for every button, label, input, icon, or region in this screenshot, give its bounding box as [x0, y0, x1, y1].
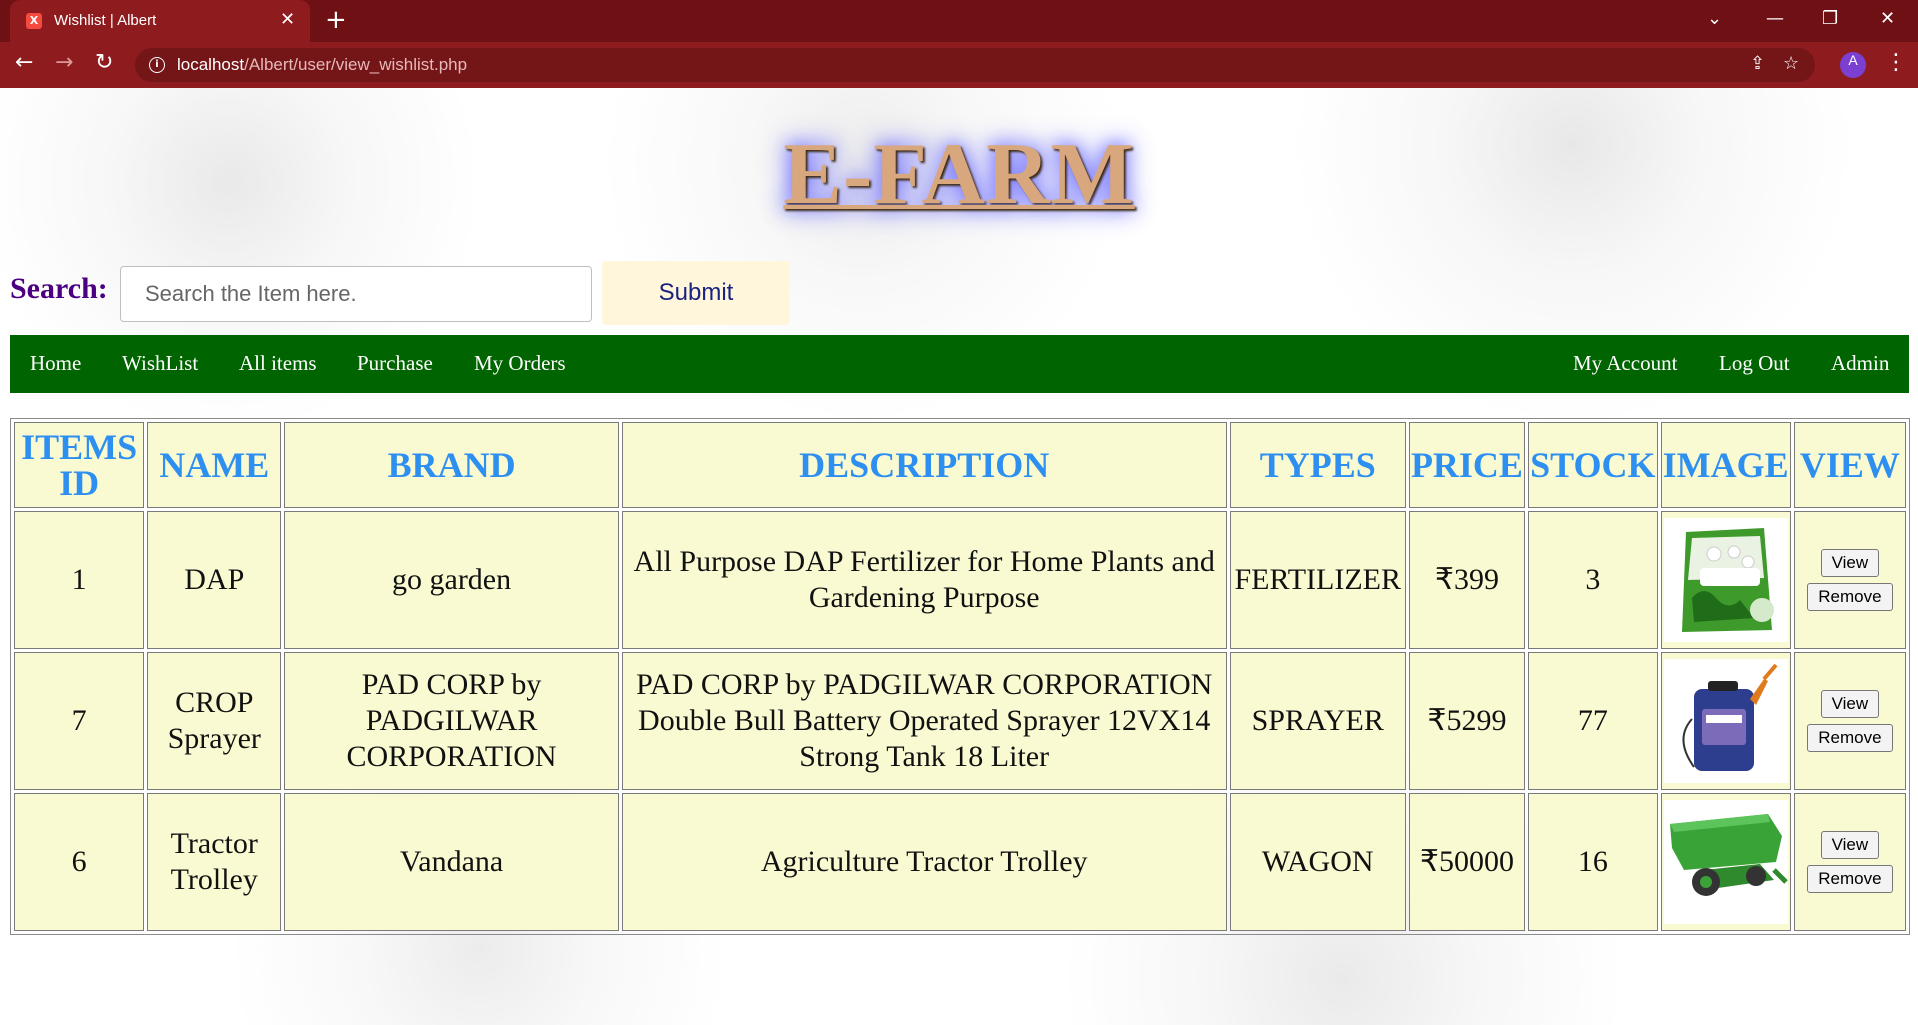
cell-price: ₹399	[1408, 511, 1526, 649]
cell-actions: View Remove	[1793, 511, 1906, 649]
cell-name: DAP	[147, 511, 282, 649]
dap-fertilizer-image	[1663, 518, 1788, 642]
cell-name: CROP Sprayer	[147, 652, 282, 790]
new-tab-icon[interactable]: +	[325, 5, 347, 35]
table-row: 7 CROP Sprayer PAD CORP by PADGILWAR COR…	[14, 652, 1906, 790]
site-logo: E-FARM	[783, 126, 1135, 223]
tab-title: Wishlist | Albert	[54, 12, 157, 29]
submit-button[interactable]: Submit	[602, 261, 790, 325]
cell-id: 1	[14, 511, 145, 649]
cell-description: Agriculture Tractor Trolley	[621, 793, 1227, 931]
cell-type: SPRAYER	[1229, 652, 1406, 790]
cell-id: 6	[14, 793, 145, 931]
share-icon[interactable]: ⇪	[1750, 53, 1765, 74]
cell-actions: View Remove	[1793, 652, 1906, 790]
cell-description: All Purpose DAP Fertilizer for Home Plan…	[621, 511, 1227, 649]
cell-price: ₹5299	[1408, 652, 1526, 790]
header-items-id: ITEMS ID	[14, 422, 145, 508]
cell-image	[1660, 652, 1791, 790]
tab-search-icon[interactable]: ⌄	[1707, 8, 1722, 29]
cell-image	[1660, 793, 1791, 931]
header-name: NAME	[147, 422, 282, 508]
view-button[interactable]: View	[1820, 690, 1880, 718]
tractor-trolley-image	[1663, 800, 1788, 924]
window-close-icon[interactable]: ✕	[1880, 8, 1895, 29]
header-stock: STOCK	[1528, 422, 1658, 508]
search-label: Search:	[10, 272, 108, 305]
profile-avatar[interactable]: A	[1840, 52, 1866, 78]
nav-wishlist[interactable]: WishList	[122, 351, 198, 376]
nav-admin[interactable]: Admin	[1831, 351, 1889, 376]
browser-toolbar: ← → ↻ i localhost/Albert/user/view_wishl…	[0, 42, 1918, 88]
favicon-icon: X	[26, 13, 42, 29]
cell-stock: 77	[1528, 652, 1658, 790]
main-navbar: Home WishList All items Purchase My Orde…	[10, 335, 1909, 393]
cell-stock: 16	[1528, 793, 1658, 931]
minimize-icon[interactable]: —	[1766, 8, 1784, 29]
table-header-row: ITEMS ID NAME BRAND DESCRIPTION TYPES PR…	[14, 422, 1906, 508]
remove-button[interactable]: Remove	[1807, 583, 1893, 611]
header-view: VIEW	[1793, 422, 1906, 508]
cell-price: ₹50000	[1408, 793, 1526, 931]
cell-stock: 3	[1528, 511, 1658, 649]
sprayer-image	[1663, 659, 1788, 783]
tab-strip: X Wishlist | Albert ✕ + ⌄ — ❐ ✕	[0, 0, 1918, 42]
page-body: E-FARM Search: Submit Home WishList All …	[0, 88, 1918, 1025]
url-text[interactable]: localhost/Albert/user/view_wishlist.php	[177, 55, 467, 75]
header-types: TYPES	[1229, 422, 1406, 508]
cell-actions: View Remove	[1793, 793, 1906, 931]
cell-type: FERTILIZER	[1229, 511, 1406, 649]
cell-brand: go garden	[284, 511, 619, 649]
browser-tab[interactable]: X Wishlist | Albert ✕	[10, 0, 310, 42]
remove-button[interactable]: Remove	[1807, 724, 1893, 752]
nav-purchase[interactable]: Purchase	[357, 351, 433, 376]
remove-button[interactable]: Remove	[1807, 865, 1893, 893]
nav-all-items[interactable]: All items	[239, 351, 317, 376]
cell-id: 7	[14, 652, 145, 790]
search-input[interactable]	[120, 266, 592, 322]
header-image: IMAGE	[1660, 422, 1791, 508]
site-info-icon[interactable]: i	[149, 57, 165, 73]
cell-brand: Vandana	[284, 793, 619, 931]
address-bar[interactable]: i localhost/Albert/user/view_wishlist.ph…	[135, 48, 1815, 82]
view-button[interactable]: View	[1820, 831, 1880, 859]
view-button[interactable]: View	[1820, 549, 1880, 577]
nav-my-account[interactable]: My Account	[1573, 351, 1677, 376]
bookmark-star-icon[interactable]: ☆	[1783, 53, 1799, 74]
cell-brand: PAD CORP by PADGILWAR CORPORATION	[284, 652, 619, 790]
cell-description: PAD CORP by PADGILWAR CORPORATION Double…	[621, 652, 1227, 790]
header-description: DESCRIPTION	[621, 422, 1227, 508]
back-icon[interactable]: ←	[15, 50, 33, 75]
cell-name: Tractor Trolley	[147, 793, 282, 931]
nav-home[interactable]: Home	[30, 351, 81, 376]
cell-type: WAGON	[1229, 793, 1406, 931]
cell-image	[1660, 511, 1791, 649]
forward-icon[interactable]: →	[55, 50, 73, 75]
header-brand: BRAND	[284, 422, 619, 508]
restore-icon[interactable]: ❐	[1822, 8, 1838, 29]
nav-my-orders[interactable]: My Orders	[474, 351, 566, 376]
nav-log-out[interactable]: Log Out	[1719, 351, 1790, 376]
header-price: PRICE	[1408, 422, 1526, 508]
reload-icon[interactable]: ↻	[95, 50, 113, 75]
close-tab-icon[interactable]: ✕	[280, 9, 295, 30]
browser-menu-icon[interactable]: ⋮	[1885, 50, 1907, 75]
table-row: 6 Tractor Trolley Vandana Agriculture Tr…	[14, 793, 1906, 931]
wishlist-table: ITEMS ID NAME BRAND DESCRIPTION TYPES PR…	[10, 418, 1910, 935]
table-row: 1 DAP go garden All Purpose DAP Fertiliz…	[14, 511, 1906, 649]
